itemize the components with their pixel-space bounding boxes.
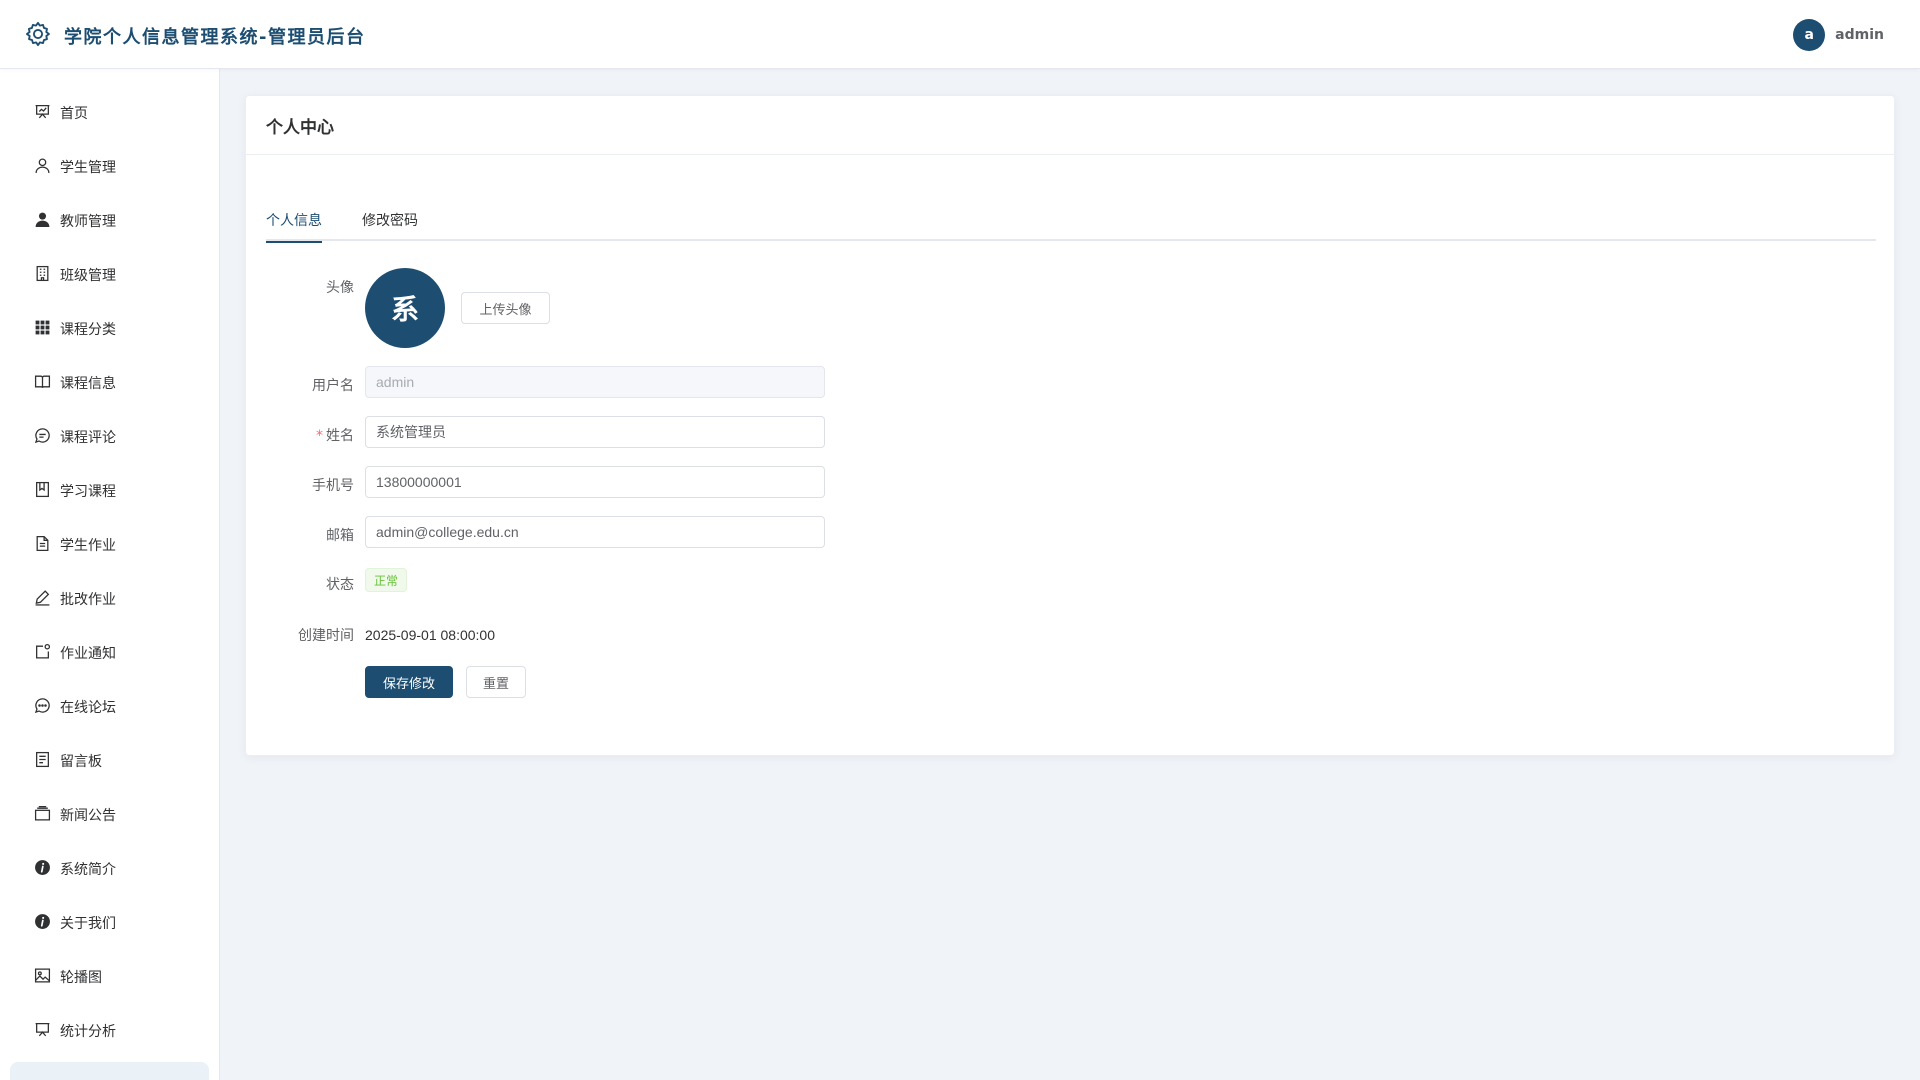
tab-change-password[interactable]: 修改密码 <box>362 201 418 241</box>
tab-personal-info[interactable]: 个人信息 <box>266 201 322 243</box>
sidebar-item-news[interactable]: 新闻公告 <box>0 788 219 842</box>
name-label-row: * 姓名 <box>246 425 354 445</box>
sidebar-item-classes[interactable]: 班级管理 <box>0 248 219 302</box>
avatar-label: 头像 <box>326 280 354 296</box>
sidebar-item-carousel[interactable]: 轮播图 <box>0 950 219 1004</box>
profile-tabs: 个人信息 修改密码 <box>266 201 1876 243</box>
gear-icon <box>24 20 52 52</box>
comment-icon <box>34 427 51 448</box>
sidebar-item-course-comments[interactable]: 课程评论 <box>0 410 219 464</box>
email-label: 邮箱 <box>326 528 354 544</box>
sidebar-item-label: 课程评论 <box>60 430 116 446</box>
sidebar-item-label: 课程分类 <box>60 322 116 338</box>
status-label: 状态 <box>326 577 354 593</box>
user-filled-icon <box>34 211 51 232</box>
sidebar-item-student-homework[interactable]: 学生作业 <box>0 518 219 572</box>
sidebar-item-label: 学习课程 <box>60 484 116 500</box>
name-label: 姓名 <box>326 428 354 444</box>
save-button[interactable]: 保存修改 <box>365 666 453 698</box>
sidebar-item-course-category[interactable]: 课程分类 <box>0 302 219 356</box>
sidebar-item-label: 新闻公告 <box>60 808 116 824</box>
notification-icon <box>34 643 51 664</box>
name-field[interactable] <box>365 416 825 448</box>
sidebar-item-system-intro[interactable]: 系统简介 <box>0 842 219 896</box>
username-field <box>365 366 825 398</box>
phone-label: 手机号 <box>312 478 354 494</box>
picture-icon <box>34 967 51 988</box>
phone-field[interactable] <box>365 466 825 498</box>
profile-avatar: 系 <box>365 268 445 348</box>
sidebar-item-label: 作业通知 <box>60 646 116 662</box>
sidebar-item-home[interactable]: 首页 <box>0 86 219 140</box>
sidebar-item-teachers[interactable]: 教师管理 <box>0 194 219 248</box>
sidebar-item-statistics[interactable]: 统计分析 <box>0 1004 219 1058</box>
top-header: 学院个人信息管理系统-管理员后台 a admin <box>0 0 1920 69</box>
sidebar-item-homework-notice[interactable]: 作业通知 <box>0 626 219 680</box>
sidebar-item-course-info[interactable]: 课程信息 <box>0 356 219 410</box>
sidebar-item-label: 学生管理 <box>60 160 116 176</box>
status-badge: 正常 <box>365 568 408 592</box>
created-time-value: 2025-09-01 08:00:00 <box>365 627 495 643</box>
sidebar-item-students[interactable]: 学生管理 <box>0 140 219 194</box>
upload-avatar-button[interactable]: 上传头像 <box>461 292 550 324</box>
sidebar-item-message-board[interactable]: 留言板 <box>0 734 219 788</box>
app-title: 学院个人信息管理系统-管理员后台 <box>64 27 366 48</box>
sidebar-item-label: 系统简介 <box>60 862 116 878</box>
dashboard-icon <box>34 103 51 124</box>
chat-dot-icon <box>34 697 51 718</box>
info-filled-icon <box>34 913 51 934</box>
info-filled-icon <box>34 859 51 880</box>
sidebar-item-forum[interactable]: 在线论坛 <box>0 680 219 734</box>
sidebar-item-label: 教师管理 <box>60 214 116 230</box>
sidebar-item-grade-homework[interactable]: 批改作业 <box>0 572 219 626</box>
sidebar-item-about-us[interactable]: 关于我们 <box>0 896 219 950</box>
user-name[interactable]: admin <box>1835 27 1884 43</box>
book-icon <box>34 373 51 394</box>
tickets-icon <box>34 751 51 772</box>
notebook-icon <box>34 481 51 502</box>
sidebar-item-label: 首页 <box>60 106 88 122</box>
sidebar-item-label: 统计分析 <box>60 1024 116 1040</box>
page-title: 个人中心 <box>266 117 334 138</box>
card-header: 个人中心 <box>246 96 1894 155</box>
sidebar-item-label: 轮播图 <box>60 970 102 986</box>
user-avatar[interactable]: a <box>1793 19 1826 51</box>
created-label: 创建时间 <box>298 628 354 644</box>
sidebar-item-study-courses[interactable]: 学习课程 <box>0 464 219 518</box>
sidebar-item-label: 批改作业 <box>60 592 116 608</box>
user-icon <box>34 157 51 178</box>
data-board-icon <box>34 1021 51 1042</box>
reset-button[interactable]: 重置 <box>466 666 526 698</box>
sidebar-item-label: 在线论坛 <box>60 700 116 716</box>
sidebar-item-label: 学生作业 <box>60 538 116 554</box>
required-mark: * <box>316 428 323 444</box>
sidebar-item-label: 关于我们 <box>60 916 116 932</box>
sidebar-menu: 首页 学生管理 教师管理 班级管理 课程分类 课程信息 课程评论 学习课程 学生… <box>0 69 219 1080</box>
sidebar-item-label: 留言板 <box>60 754 102 770</box>
edit-pen-icon <box>34 589 51 610</box>
brand: 学院个人信息管理系统-管理员后台 <box>24 20 365 52</box>
user-menu[interactable]: a admin <box>1793 19 1884 51</box>
building-icon <box>34 265 51 286</box>
news-icon <box>34 805 51 826</box>
document-icon <box>34 535 51 556</box>
sidebar: 首页 学生管理 教师管理 班级管理 课程分类 课程信息 课程评论 学习课程 学生… <box>0 69 220 1080</box>
sidebar-item-active[interactable] <box>10 1062 209 1080</box>
email-field[interactable] <box>365 516 825 548</box>
sidebar-item-label: 班级管理 <box>60 268 116 284</box>
profile-card: 个人中心 个人信息 修改密码 头像 系 上传头像 用户名 *姓名 手机号 邮箱 … <box>245 95 1895 756</box>
sidebar-item-label: 课程信息 <box>60 376 116 392</box>
grid-icon <box>34 319 51 340</box>
username-label: 用户名 <box>312 378 354 394</box>
